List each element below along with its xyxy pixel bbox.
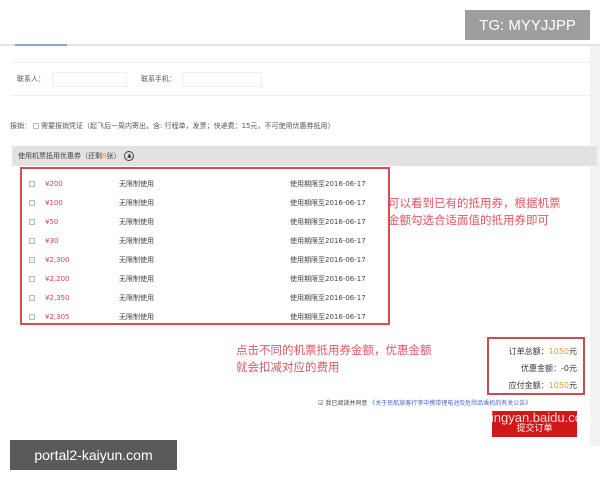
coupon-rule: 无限制使用 xyxy=(119,274,154,283)
coupon-amount: ¥2,200 xyxy=(45,274,70,283)
order-summary: 订单总额：1050元 优惠金额：-0元 应付金额：1050元 xyxy=(487,337,585,395)
annotation-text: 可以看到已有的抵用券，根据机票 xyxy=(388,196,561,210)
reimburse-row: 报销： 需要报销凭证（起飞后一周内寄出，含: 行程单，发票；快递费：15元，不可… xyxy=(10,121,335,131)
divider xyxy=(12,95,592,96)
annotation-text: 点击不同的机票抵用券金额，优惠金额 xyxy=(236,343,432,357)
coupon-checkbox[interactable] xyxy=(29,180,35,187)
currency-unit: 元 xyxy=(569,381,577,390)
order-total-label: 订单总额： xyxy=(508,347,549,356)
coupon-rule: 无限制使用 xyxy=(119,293,154,302)
divider xyxy=(0,44,600,46)
coupon-checkbox[interactable] xyxy=(29,275,35,282)
contact-name-label: 联系人： xyxy=(17,75,45,83)
coupon-row[interactable]: ¥2,300 无限制使用 使用期限至2016-06-17 xyxy=(22,250,388,269)
payable-label: 应付金额： xyxy=(508,381,549,390)
contact-phone-label: 联系手机： xyxy=(141,75,176,83)
reimburse-checkbox[interactable] xyxy=(33,123,39,129)
coupon-amount: ¥200 xyxy=(45,179,63,188)
coupon-header-suffix: 张） xyxy=(106,152,121,160)
reimburse-option: 需要报销凭证（起飞后一周内寄出，含: 行程单，发票；快递费：15元，不可使用优惠… xyxy=(41,122,335,130)
coupon-row[interactable]: ¥30 无限制使用 使用期限至2016-06-17 xyxy=(22,231,388,250)
annotation-right: 可以看到已有的抵用券，根据机票 金额勾选合适面值的抵用券即可 xyxy=(388,195,561,229)
coupon-row[interactable]: ¥2,350 无限制使用 使用期限至2016-06-17 xyxy=(22,288,388,307)
chevron-up-icon[interactable]: ▲ xyxy=(124,151,135,161)
coupon-expiry: 使用期限至2016-06-17 xyxy=(290,274,366,283)
coupon-expiry: 使用期限至2016-06-17 xyxy=(290,236,366,245)
coupon-expiry: 使用期限至2016-06-17 xyxy=(290,198,366,207)
coupon-row[interactable]: ¥50 无限制使用 使用期限至2016-06-17 xyxy=(22,212,388,231)
discount-label: 优惠金额： xyxy=(521,364,562,373)
agreement-label: 我已阅读并同意 xyxy=(325,400,368,407)
coupon-amount: ¥100 xyxy=(45,198,63,207)
coupon-rule: 无限制使用 xyxy=(119,312,154,321)
contact-name-input[interactable] xyxy=(52,72,127,87)
coupon-checkbox[interactable] xyxy=(29,294,35,301)
coupon-expiry: 使用期限至2016-06-17 xyxy=(290,312,366,321)
order-total-value: 1050 xyxy=(548,347,569,356)
coupon-rule: 无限制使用 xyxy=(119,179,154,188)
reimburse-label: 报销： xyxy=(10,122,31,130)
payable-value: 1050 xyxy=(548,381,569,390)
tab-indicator xyxy=(15,44,67,46)
divider xyxy=(12,62,592,63)
coupon-amount: ¥50 xyxy=(45,217,59,226)
watermark-bottom: portal2-kaiyun.com xyxy=(10,440,177,470)
coupon-expiry: 使用期限至2016-06-17 xyxy=(290,255,366,264)
coupon-rule: 无限制使用 xyxy=(119,217,154,226)
coupon-checkbox[interactable] xyxy=(29,256,35,263)
order-total: 订单总额：1050元 xyxy=(489,343,577,360)
coupon-row[interactable]: ¥100 无限制使用 使用期限至2016-06-17 xyxy=(22,193,388,212)
coupon-amount: ¥30 xyxy=(45,236,59,245)
coupon-checkbox[interactable] xyxy=(29,199,35,206)
watermark-top: TG: MYYJJPP xyxy=(465,10,590,40)
payable-amount: 应付金额：1050元 xyxy=(489,377,577,394)
contact-phone-input[interactable] xyxy=(182,72,262,87)
currency-unit: 元 xyxy=(569,347,577,356)
coupon-checkbox[interactable] xyxy=(29,218,35,225)
coupon-rule: 无限制使用 xyxy=(119,198,154,207)
coupon-amount: ¥2,350 xyxy=(45,293,70,302)
coupon-checkbox[interactable] xyxy=(29,313,35,320)
baidu-watermark: jingyan.baidu.com xyxy=(488,410,593,425)
coupon-header-text: 使用机票抵用优惠券（还剩 xyxy=(18,152,102,160)
coupon-header: 使用机票抵用优惠券（还剩 8 张） ▲ xyxy=(12,146,597,166)
coupon-row[interactable]: ¥2,305 无限制使用 使用期限至2016-06-17 xyxy=(22,307,388,326)
coupon-row[interactable]: ¥2,200 无限制使用 使用期限至2016-06-17 xyxy=(22,269,388,288)
coupon-expiry: 使用期限至2016-06-17 xyxy=(290,217,366,226)
coupon-rule: 无限制使用 xyxy=(119,236,154,245)
discount-amount: 优惠金额：-0元 xyxy=(489,360,577,377)
coupon-expiry: 使用期限至2016-06-17 xyxy=(290,293,366,302)
coupon-row[interactable]: ¥200 无限制使用 使用期限至2016-06-17 xyxy=(22,174,388,193)
coupon-list: ¥200 无限制使用 使用期限至2016-06-17 ¥100 无限制使用 使用… xyxy=(20,167,390,325)
discount-value: -0 xyxy=(561,364,569,373)
agreement-row: ☑ 我已阅读并同意 《关于民航旅客行李中携带锂电池及危险品乘机的有关公告》 xyxy=(318,398,531,407)
coupon-expiry: 使用期限至2016-06-17 xyxy=(290,179,366,188)
annotation-text: 金额勾选合适面值的抵用券即可 xyxy=(388,213,549,227)
coupon-amount: ¥2,300 xyxy=(45,255,70,264)
coupon-amount: ¥2,305 xyxy=(45,312,70,321)
agreement-link[interactable]: 《关于民航旅客行李中携带锂电池及危险品乘机的有关公告》 xyxy=(369,400,531,407)
coupon-rule: 无限制使用 xyxy=(119,255,154,264)
annotation-bottom: 点击不同的机票抵用券金额，优惠金额 就会扣减对应的费用 xyxy=(236,342,432,376)
currency-unit: 元 xyxy=(569,364,577,373)
annotation-text: 就会扣减对应的费用 xyxy=(236,360,340,374)
scroll-track[interactable] xyxy=(590,46,600,446)
coupon-checkbox[interactable] xyxy=(29,237,35,244)
agreement-checkbox[interactable]: ☑ xyxy=(318,400,323,407)
